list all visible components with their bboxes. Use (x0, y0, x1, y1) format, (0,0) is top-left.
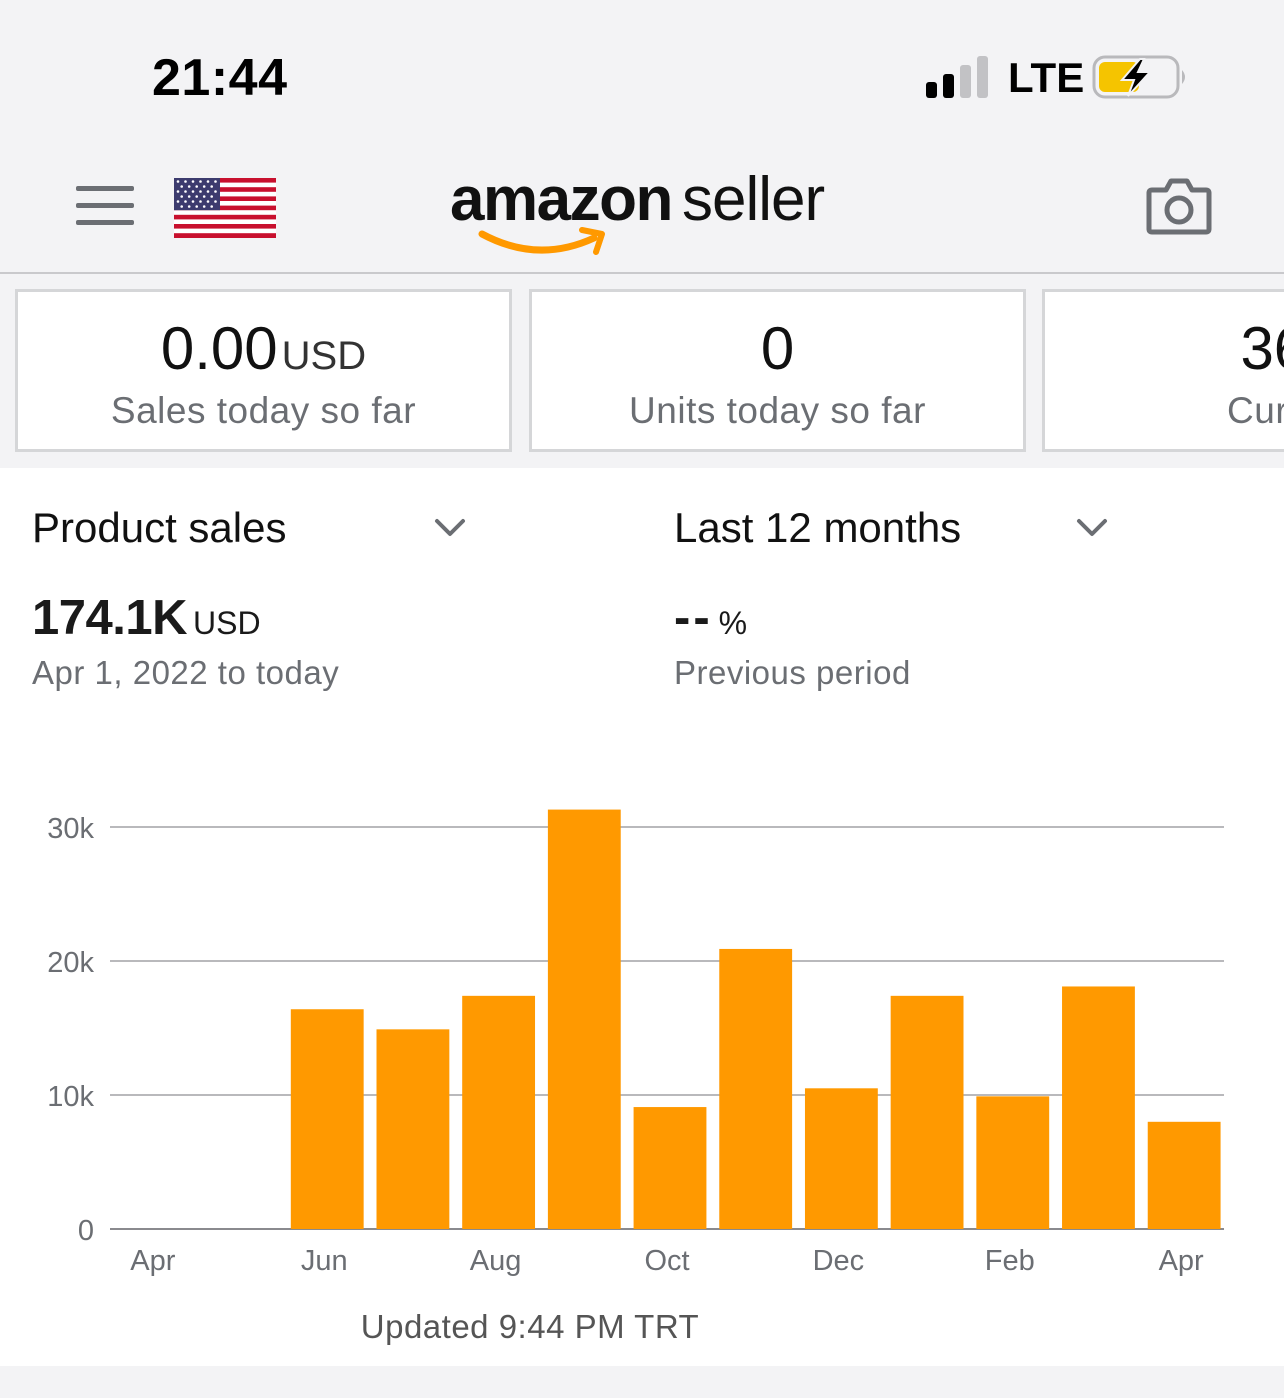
cellular-signal-icon (926, 56, 992, 98)
sales-panel: Product sales Last 12 months 174.1K USD A… (0, 468, 1284, 1366)
y-tick-label: 20k (47, 947, 94, 979)
hamburger-menu-icon[interactable] (76, 186, 134, 226)
x-tick-label: Apr (1159, 1245, 1204, 1277)
total-value: 174.1K (32, 591, 188, 645)
signal-bar (943, 74, 954, 98)
metric-dropdown[interactable]: Product sales (32, 504, 472, 558)
chevron-down-icon (1077, 519, 1107, 536)
metric-label: Units today so far (629, 390, 926, 431)
metric-unit: USD (281, 334, 367, 378)
signal-bar (977, 56, 988, 98)
y-tick-label: 30k (47, 813, 94, 845)
metric-value: 0 (760, 315, 795, 382)
metrics-carousel[interactable]: 0.00 USD Sales today so far 0 Units today… (0, 276, 1284, 468)
network-type: LTE (1008, 54, 1085, 101)
camera-icon[interactable] (1146, 176, 1212, 236)
change-unit: % (718, 605, 748, 641)
bar-jan-9[interactable] (890, 995, 964, 1229)
signal-bar (926, 82, 937, 98)
status-time: 21:44 (152, 49, 288, 107)
bar-oct-6[interactable] (633, 1107, 707, 1229)
x-tick-label: Oct (644, 1245, 689, 1277)
metric-card-current[interactable]: 364 Current (1042, 289, 1284, 452)
metric-label: Sales today so far (110, 390, 417, 431)
y-tick-label: 0 (78, 1215, 94, 1247)
bar-jun-2[interactable] (290, 1009, 364, 1229)
change-value: -- (674, 591, 713, 645)
signal-bar (960, 65, 971, 98)
period-dropdown[interactable]: Last 12 months (674, 504, 1114, 558)
bar-sep-5[interactable] (547, 809, 621, 1229)
metric-card-sales[interactable]: 0.00 USD Sales today so far (15, 289, 512, 452)
bar-nov-7[interactable] (719, 948, 793, 1229)
us-flag-icon[interactable] (174, 178, 276, 238)
logo-product: seller (682, 165, 825, 234)
y-tick-label: 10k (47, 1081, 94, 1113)
status-bar: 21:44 LTE (0, 0, 1284, 150)
amazon-smile-icon (478, 227, 605, 255)
x-tick-label: Aug (470, 1245, 522, 1277)
total-period: Apr 1, 2022 to today (32, 654, 340, 691)
battery-charging-icon (1092, 55, 1185, 99)
metric-label: Current (1227, 390, 1284, 431)
bar-dec-8[interactable] (804, 1088, 878, 1229)
dropdown-label: Last 12 months (674, 504, 962, 551)
metric-value: 364 (1240, 315, 1284, 382)
amazon-seller-logo: amazon seller (450, 164, 850, 255)
bar-feb-10[interactable] (976, 1096, 1050, 1229)
metric-card-units[interactable]: 0 Units today so far (529, 289, 1026, 452)
bottom-strip (0, 1366, 1284, 1398)
updated-timestamp: Updated 9:44 PM TRT (360, 1308, 700, 1345)
bar-apr-12[interactable] (1147, 1121, 1221, 1229)
chevron-down-icon (435, 519, 465, 536)
sales-bar-chart: 0 10k 20k 30k Apr Jun Aug Oct Dec Feb Apr (47, 809, 1224, 1277)
bar-aug-4[interactable] (462, 995, 536, 1229)
x-tick-label: Apr (130, 1245, 175, 1277)
app-header: amazon seller (0, 150, 1284, 274)
period-change: --% (674, 590, 747, 646)
x-tick-label: Feb (985, 1245, 1035, 1277)
bar-mar-11[interactable] (1062, 986, 1135, 1229)
dropdown-label: Product sales (32, 504, 287, 551)
total-unit: USD (193, 605, 261, 641)
change-label: Previous period (674, 654, 911, 691)
bar-jul-3[interactable] (376, 1029, 450, 1229)
x-tick-label: Jun (301, 1245, 348, 1277)
x-tick-label: Dec (813, 1245, 865, 1277)
total-sales: 174.1K USD (32, 590, 261, 646)
metric-value: 0.00 USD (160, 315, 367, 382)
